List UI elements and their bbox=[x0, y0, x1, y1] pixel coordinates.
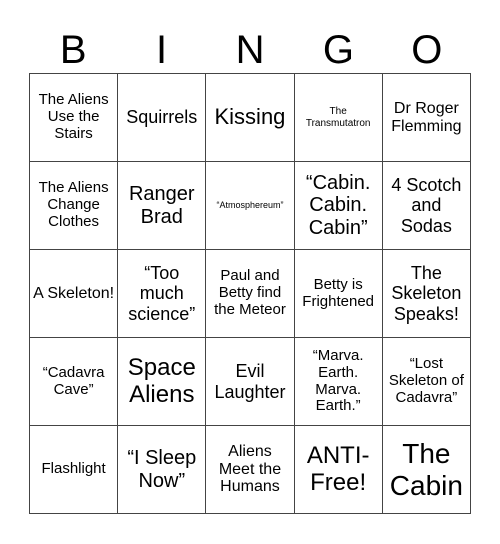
bingo-cell[interactable]: A Skeleton! bbox=[28, 249, 119, 338]
bingo-cell[interactable]: Paul and Betty find the Meteor bbox=[205, 249, 295, 338]
bingo-cell[interactable]: ANTI-Free! bbox=[293, 425, 383, 514]
bingo-cell[interactable]: Dr Roger Flemming bbox=[381, 73, 472, 162]
bingo-cell[interactable]: The Skeleton Speaks! bbox=[381, 249, 472, 338]
bingo-cell[interactable]: Flashlight bbox=[28, 425, 119, 514]
bingo-row: The Aliens Use the Stairs Squirrels Kiss… bbox=[28, 73, 472, 162]
bingo-cell[interactable]: Kissing bbox=[205, 73, 295, 162]
header-letter-i: I bbox=[156, 28, 168, 72]
bingo-cell[interactable]: “Cabin. Cabin. Cabin” bbox=[293, 161, 383, 250]
bingo-cell[interactable]: The Aliens Use the Stairs bbox=[28, 73, 119, 162]
bingo-cell[interactable]: “Marva. Earth. Marva. Earth.” bbox=[293, 337, 383, 426]
bingo-cell[interactable]: Aliens Meet the Humans bbox=[205, 425, 295, 514]
bingo-cell[interactable]: The Aliens Change Clothes bbox=[28, 161, 119, 250]
bingo-cell[interactable]: “Too much science” bbox=[117, 249, 207, 338]
bingo-header: B I N G O bbox=[29, 28, 471, 72]
header-letter-b: B bbox=[59, 28, 87, 72]
bingo-cell[interactable]: Betty is Frightened bbox=[293, 249, 383, 338]
bingo-cell[interactable]: “Lost Skeleton of Cadavra” bbox=[381, 337, 472, 426]
bingo-cell[interactable]: Space Aliens bbox=[117, 337, 207, 426]
bingo-row: A Skeleton! “Too much science” Paul and … bbox=[28, 249, 472, 338]
bingo-cell[interactable]: 4 Scotch and Sodas bbox=[381, 161, 472, 250]
bingo-cell[interactable]: Evil Laughter bbox=[205, 337, 295, 426]
bingo-cell[interactable]: The Cabin bbox=[381, 425, 472, 514]
header-letter-o: O bbox=[411, 28, 443, 72]
bingo-cell[interactable]: “Atmosphereum” bbox=[205, 161, 295, 250]
bingo-cell[interactable]: Squirrels bbox=[117, 73, 207, 162]
bingo-cell[interactable]: The Transmutatron bbox=[293, 73, 383, 162]
bingo-cell[interactable]: “I Sleep Now” bbox=[117, 425, 207, 514]
header-letter-g: G bbox=[322, 28, 354, 72]
header-letter-n: N bbox=[235, 28, 265, 72]
bingo-row: Flashlight “I Sleep Now” Aliens Meet the… bbox=[28, 425, 472, 514]
bingo-row: The Aliens Change Clothes Ranger Brad “A… bbox=[28, 161, 472, 250]
bingo-grid: The Aliens Use the Stairs Squirrels Kiss… bbox=[28, 73, 472, 514]
bingo-cell[interactable]: Ranger Brad bbox=[117, 161, 207, 250]
bingo-cell[interactable]: “Cadavra Cave” bbox=[28, 337, 119, 426]
bingo-row: “Cadavra Cave” Space Aliens Evil Laughte… bbox=[28, 337, 472, 426]
